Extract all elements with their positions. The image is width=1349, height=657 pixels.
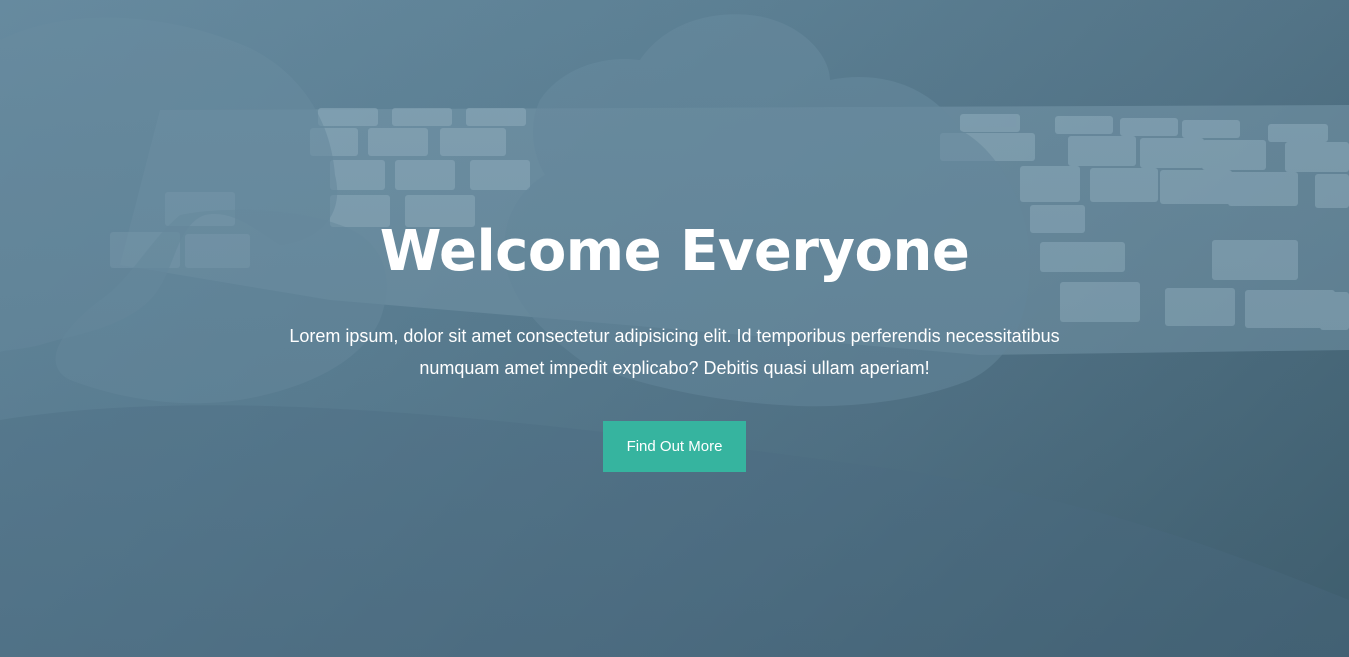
hero-content: Welcome Everyone Lorem ipsum, dolor sit … — [0, 214, 1349, 472]
find-out-more-button[interactable]: Find Out More — [603, 421, 746, 472]
hero-description: Lorem ipsum, dolor sit amet consectetur … — [289, 326, 1060, 378]
hero-section: Welcome Everyone Lorem ipsum, dolor sit … — [0, 0, 1349, 657]
hero-title: Welcome Everyone — [379, 219, 970, 284]
